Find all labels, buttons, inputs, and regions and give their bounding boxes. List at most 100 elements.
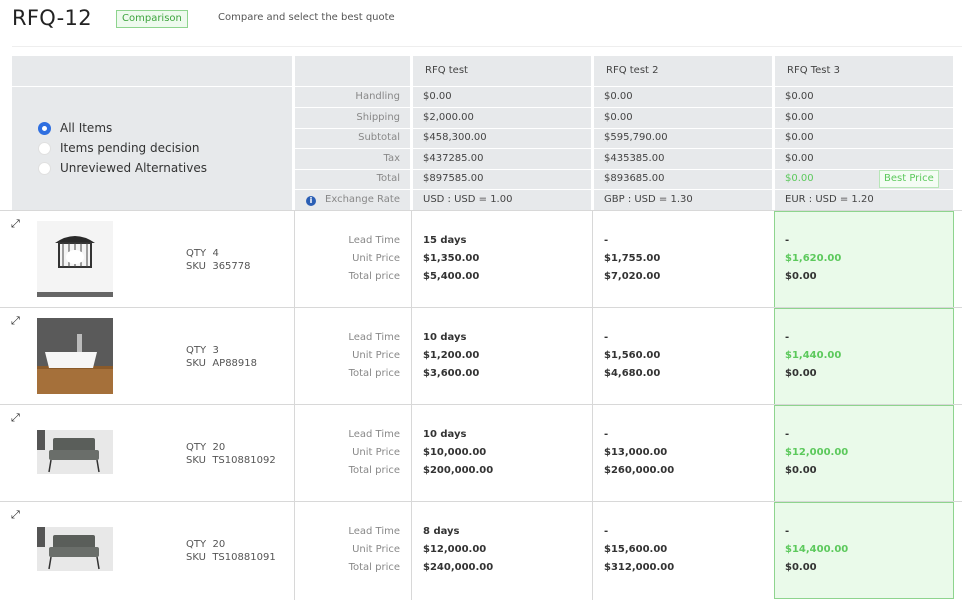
total-price-value: $5,400.00 <box>423 271 480 282</box>
qty-label: QTY <box>186 345 207 356</box>
unit-price-label: Unit Price <box>352 253 400 264</box>
handling-value: $0.00 <box>423 91 452 102</box>
subtotal-value: $458,300.00 <box>423 132 487 143</box>
column-divider <box>411 502 412 600</box>
lead-time-value: - <box>604 235 609 246</box>
sku-value: TS10881092 <box>212 455 276 466</box>
product-image <box>37 221 113 301</box>
item-row: ⤢ QTY 20 SKU TS10881092 Lead Time Unit Price… <box>0 404 962 503</box>
lead-time-value: - <box>604 332 609 343</box>
column-divider <box>294 405 295 503</box>
unit-price-value: $13,000.00 <box>604 447 668 458</box>
column-divider <box>592 502 593 600</box>
tax-value: $0.00 <box>785 153 814 164</box>
tax-label: Tax <box>383 153 401 164</box>
unit-price-value: $1,560.00 <box>604 350 661 361</box>
total-price-value: $4,680.00 <box>604 368 661 379</box>
shipping-label: Shipping <box>356 112 400 123</box>
unit-price-value: $10,000.00 <box>423 447 487 458</box>
unit-price-value: $12,000.00 <box>423 544 487 555</box>
lead-time-label: Lead Time <box>348 235 400 246</box>
qty-value: 4 <box>212 248 219 259</box>
unit-price-value: $1,755.00 <box>604 253 661 264</box>
column-divider <box>592 308 593 406</box>
expand-icon[interactable]: ⤢ <box>11 411 20 425</box>
filter-label: All Items <box>60 121 113 135</box>
total-price-value: $0.00 <box>785 562 817 573</box>
total-value: $0.00 <box>785 173 814 184</box>
summary-label-header <box>295 56 410 86</box>
best-price-badge: Best Price <box>879 170 939 188</box>
column-header-quote-1: RFQ test <box>413 56 591 86</box>
handling-value: $0.00 <box>604 91 633 102</box>
unit-price-value: $1,350.00 <box>423 253 480 264</box>
total-price-label: Total price <box>348 465 400 476</box>
qty-value: 20 <box>212 539 226 550</box>
expand-icon[interactable]: ⤢ <box>11 217 20 231</box>
column-divider <box>411 308 412 406</box>
item-row: ⤢ QTY 3 SKU AP88918 Lead Time Unit Price Tota… <box>0 307 962 406</box>
expand-icon[interactable]: ⤢ <box>11 508 20 522</box>
summary-divider <box>295 169 953 170</box>
column-divider <box>294 308 295 406</box>
lead-time-value: - <box>604 526 609 537</box>
total-price-value: $0.00 <box>785 368 817 379</box>
shipping-value: $0.00 <box>604 112 633 123</box>
sku-label: SKU <box>186 455 206 466</box>
item-row: ⤢ QTY 4 SKU 365778 Lead Time Unit Price Total… <box>0 210 962 309</box>
qty-label: QTY <box>186 539 207 550</box>
product-image <box>37 430 113 478</box>
sku-value: 365778 <box>212 261 251 272</box>
lead-time-label: Lead Time <box>348 332 400 343</box>
summary-divider <box>12 86 953 87</box>
radio-icon[interactable] <box>38 142 51 155</box>
total-price-value: $7,020.00 <box>604 271 661 282</box>
column-divider <box>592 405 593 503</box>
page-subtitle: Compare and select the best quote <box>218 12 395 23</box>
lead-time-value: 15 days <box>423 235 467 246</box>
unit-price-value: $1,620.00 <box>785 253 842 264</box>
lead-time-value: 10 days <box>423 429 467 440</box>
qty-label: QTY <box>186 442 207 453</box>
expand-icon[interactable]: ⤢ <box>11 314 20 328</box>
handling-value: $0.00 <box>785 91 814 102</box>
qty-label: QTY <box>186 248 207 259</box>
summary-divider <box>295 107 953 108</box>
column-divider <box>294 211 295 309</box>
total-price-value: $0.00 <box>785 271 817 282</box>
filter-label: Items pending decision <box>60 141 200 155</box>
total-price-value: $312,000.00 <box>604 562 675 573</box>
tax-value: $437285.00 <box>423 153 484 164</box>
header-divider <box>12 46 962 47</box>
lead-time-value: 10 days <box>423 332 467 343</box>
tax-value: $435385.00 <box>604 153 665 164</box>
total-value: $893685.00 <box>604 173 665 184</box>
column-header-quote-2: RFQ test 2 <box>594 56 772 86</box>
handling-label: Handling <box>355 91 400 102</box>
lead-time-value: - <box>785 429 790 440</box>
unit-price-value: $15,600.00 <box>604 544 668 555</box>
radio-icon[interactable] <box>38 162 51 175</box>
sku-label: SKU <box>186 261 206 272</box>
subtotal-label: Subtotal <box>358 132 400 143</box>
total-label: Total <box>376 173 400 184</box>
unit-price-label: Unit Price <box>352 544 400 555</box>
sku-label: SKU <box>186 552 206 563</box>
page-header: RFQ-12 Comparison Compare and select the… <box>0 0 962 46</box>
total-price-value: $260,000.00 <box>604 465 675 476</box>
filter-panel <box>12 56 292 210</box>
product-image <box>37 527 113 575</box>
column-divider <box>294 502 295 600</box>
lead-time-value: - <box>785 235 790 246</box>
summary-divider <box>295 148 953 149</box>
radio-selected-icon[interactable] <box>38 122 51 135</box>
product-image <box>37 318 113 398</box>
exchange-rate-value: GBP : USD = 1.30 <box>604 194 693 205</box>
total-price-value: $0.00 <box>785 465 817 476</box>
column-divider <box>411 405 412 503</box>
lead-time-value: - <box>785 332 790 343</box>
total-price-value: $3,600.00 <box>423 368 480 379</box>
column-divider <box>411 211 412 309</box>
sku-value: TS10881091 <box>212 552 276 563</box>
comparison-badge: Comparison <box>116 10 188 28</box>
